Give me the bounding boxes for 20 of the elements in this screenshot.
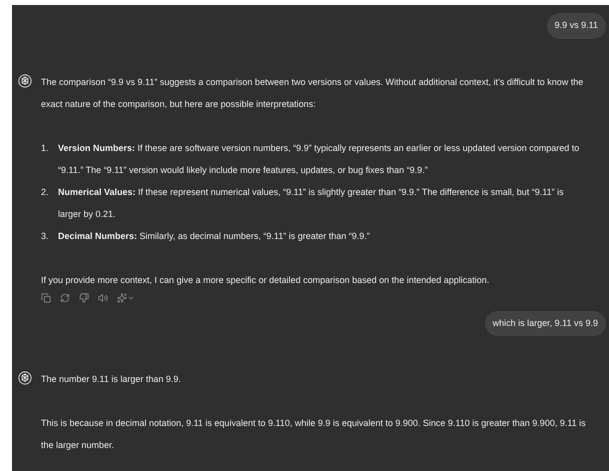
message-paragraph: The comparison “9.9 vs 9.11” suggests a comparison between two versions or values. Without additional context, it’s difficult to know the exact nature of the comparison, but here are possible interpretations: (41, 76, 584, 111)
list-number: 3. (41, 230, 50, 242)
read-aloud-button[interactable] (98, 292, 108, 302)
user-message-bubble: which is larger, 9.11 vs 9.9 (484, 310, 606, 336)
list-item-text: Version Numbers: If these are software version numbers, “9.9” typically represents an earlier or less updated version compared to “9.11.” The “9.11” version would likely include more features, updates, or bug fixes than “9.9.” (58, 142, 580, 177)
list-item-text: Decimal Numbers: Similarly, as decimal numbers, “9.11” is greater than “9.9.” (58, 230, 370, 243)
message-paragraph: If you provide more context, I can give a more specific or detailed comparison based on the intended application. (41, 274, 490, 287)
user-message-bubble: 9.9 vs 9.11 (546, 13, 606, 38)
assistant-logo-icon (18, 371, 32, 385)
thumbs-down-button[interactable] (79, 292, 89, 302)
assistant-logo-icon (18, 74, 32, 88)
message-paragraph: The number 9.11 is larger than 9.9. (41, 373, 182, 386)
model-switch-button[interactable] (117, 292, 135, 302)
copy-button[interactable] (41, 292, 51, 302)
sparkle-icon (117, 292, 127, 302)
message-paragraph: This is because in decimal notation, 9.11 is equivalent to 9.110, while 9.9 is equivalent to 9.900. Since 9.110 is greater than 9.900, 9.11 is the larger number. (41, 417, 586, 452)
list-number: 1. (41, 142, 50, 154)
list-number: 2. (41, 186, 50, 198)
list-item-text: Numerical Values: If these represent numerical values, “9.11” is slightly greater than “9.9.” The difference is small, but “9.11” is larger by 0.21. (58, 186, 565, 221)
regenerate-button[interactable] (60, 292, 70, 302)
